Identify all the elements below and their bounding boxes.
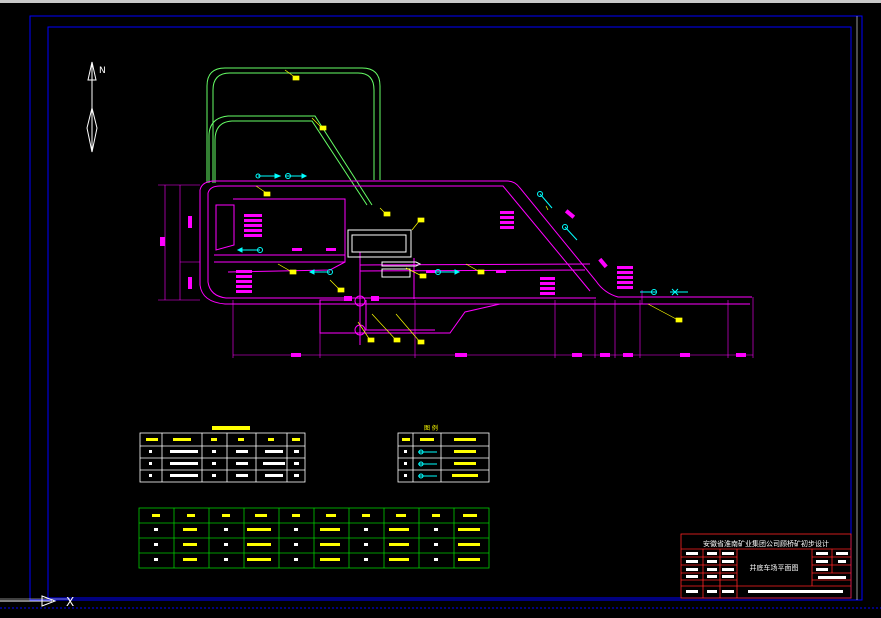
legend-table: 图 例 [397, 424, 490, 483]
window-top-edge [0, 0, 881, 3]
north-label: N [99, 66, 106, 76]
annotation-blocks [236, 211, 633, 301]
track-network [199, 180, 752, 345]
equipment-table [139, 426, 306, 483]
cad-drawing-canvas[interactable]: N X 图 例 安徽省淮南矿业集团公司顾桥矿初步设计 井底车场平面图 [0, 0, 881, 618]
ucs-x-label: X [66, 595, 74, 609]
drawing-frame [0, 15, 881, 609]
title-block-drawing-name: 井底车场平面图 [750, 563, 799, 572]
parameter-table [138, 507, 490, 569]
title-block-company: 安徽省淮南矿业集团公司顾桥矿初步设计 [703, 539, 829, 548]
upper-loop-route [206, 67, 381, 206]
north-arrow-icon: N [86, 61, 106, 153]
title-block: 安徽省淮南矿业集团公司顾桥矿初步设计 井底车场平面图 [680, 533, 852, 599]
ucs-icon: X [0, 595, 74, 609]
legend-heading: 图 例 [424, 424, 438, 432]
